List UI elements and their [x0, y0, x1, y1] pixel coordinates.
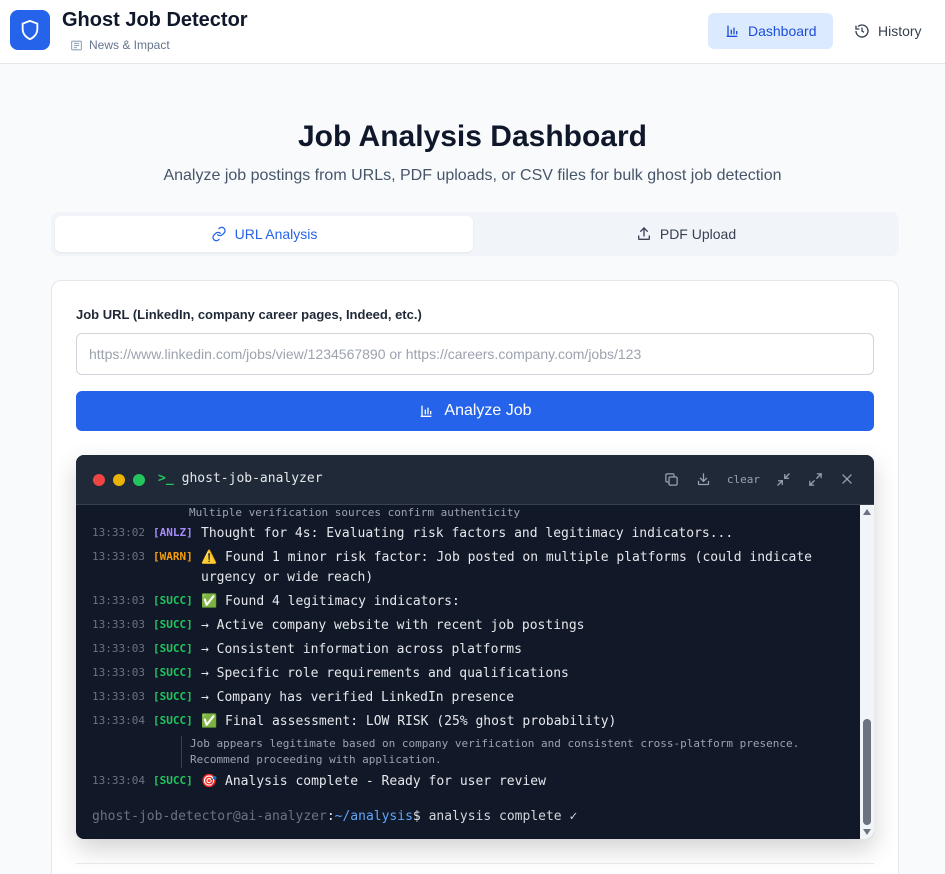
log-message: → Specific role requirements and qualifi…	[201, 666, 569, 681]
maximize-icon[interactable]	[806, 470, 824, 488]
log-level: [SUCC]	[153, 774, 193, 787]
upload-icon	[637, 227, 650, 240]
page-subtitle: Analyze job postings from URLs, PDF uplo…	[163, 167, 782, 184]
prompt-path: ~/analysis	[334, 809, 413, 824]
terminal-title: >_ ghost-job-analyzer	[158, 471, 323, 486]
tab-url-label: URL Analysis	[234, 226, 318, 242]
log-line: 13:33:04 [SUCC] 🎯 Analysis complete - Re…	[92, 772, 852, 792]
scroll-down-arrow-icon[interactable]	[863, 829, 871, 835]
tab-pdf-label: PDF Upload	[659, 226, 737, 242]
nav-dashboard-label: Dashboard	[748, 23, 817, 39]
prompt-user-host: ghost-job-detector@ai-analyzer	[92, 809, 327, 824]
minimize-window-dot[interactable]	[113, 474, 125, 486]
prompt-colon: :	[326, 809, 335, 824]
tab-pdf-upload[interactable]: PDF Upload	[477, 216, 895, 252]
close-window-dot[interactable]	[93, 474, 105, 486]
log-timestamp: 13:33:04	[92, 714, 145, 727]
log-line: 13:33:03 [WARN] ⚠️ Found 1 minor risk fa…	[92, 548, 852, 588]
log-line: 13:33:03 [SUCC] → Active company website…	[92, 616, 852, 636]
command-prompt[interactable]: ghost-job-detector@ai-analyzer:~/analysi…	[92, 809, 577, 824]
analyze-job-button[interactable]: Analyze Job	[76, 391, 874, 431]
analyze-job-label: Analyze Job	[444, 402, 532, 419]
log-line: 13:33:02 [ANLZ] Thought for 4s: Evaluati…	[92, 524, 852, 544]
log-timestamp: 13:33:02	[92, 526, 145, 539]
log-timestamp: 13:33:03	[92, 666, 145, 679]
log-line: 13:33:04 [SUCC] ✅ Final assessment: LOW …	[92, 712, 852, 732]
clear-button[interactable]: clear	[727, 473, 760, 486]
log-level: [SUCC]	[153, 666, 193, 679]
nav-history-label: History	[878, 23, 922, 39]
newspaper-icon	[71, 40, 82, 50]
log-timestamp: 13:33:03	[92, 550, 145, 563]
log-timestamp: 13:33:03	[92, 594, 145, 607]
app-header: Ghost Job Detector News & Impact Dashboa…	[0, 0, 945, 64]
shield-icon	[21, 19, 39, 41]
log-level: [WARN]	[153, 550, 193, 563]
terminal-prompt-icon: >_	[158, 471, 174, 486]
scroll-up-arrow-icon[interactable]	[863, 509, 871, 515]
log-message: ✅ Final assessment: LOW RISK (25% ghost …	[201, 714, 617, 729]
prompt-command: analysis complete ✓	[420, 809, 578, 824]
log-line: 13:33:03 [SUCC] → Specific role requirem…	[92, 664, 852, 684]
app-subtitle[interactable]: News & Impact	[70, 38, 170, 52]
download-icon[interactable]	[695, 470, 713, 488]
nav-dashboard-button[interactable]: Dashboard	[708, 13, 833, 49]
log-timestamp: 13:33:03	[92, 690, 145, 703]
log-timestamp: 13:33:03	[92, 618, 145, 631]
log-message: ⚠️ Found 1 minor risk factor: Job posted…	[201, 550, 813, 585]
analysis-tabs: URL Analysis PDF Upload	[51, 212, 899, 256]
log-message: Thought for 4s: Evaluating risk factors …	[201, 526, 734, 541]
log-message: 🎯 Analysis complete - Ready for user rev…	[201, 774, 546, 789]
tab-url-analysis[interactable]: URL Analysis	[55, 216, 473, 252]
terminal-title-text: ghost-job-analyzer	[181, 471, 323, 486]
bar-chart-icon	[421, 405, 432, 417]
log-level: [SUCC]	[153, 642, 193, 655]
log-detail: Multiple verification sources confirm au…	[189, 506, 521, 519]
terminal-scrollbar[interactable]	[860, 505, 874, 839]
terminal-output: Multiple verification sources confirm au…	[76, 505, 860, 839]
minimize-icon[interactable]	[774, 470, 792, 488]
history-icon	[855, 24, 869, 38]
subtitle-label: News & Impact	[89, 38, 170, 52]
log-detail: Job appears legitimate based on company …	[181, 736, 821, 768]
log-message: → Consistent information across platform…	[201, 642, 522, 657]
page-title: Job Analysis Dashboard	[298, 120, 647, 153]
log-level: [SUCC]	[153, 690, 193, 703]
scrollbar-thumb[interactable]	[863, 719, 871, 825]
log-level: [SUCC]	[153, 594, 193, 607]
prompt-dollar: $	[412, 809, 421, 824]
terminal-window: >_ ghost-job-analyzer clear Multiple ver…	[76, 455, 874, 839]
log-line: 13:33:03 [SUCC] ✅ Found 4 legitimacy ind…	[92, 592, 852, 612]
log-line: 13:33:03 [SUCC] → Company has verified L…	[92, 688, 852, 708]
terminal-toolbar: clear	[663, 470, 856, 488]
terminal-header: >_ ghost-job-analyzer clear	[76, 455, 874, 505]
app-title: Ghost Job Detector	[62, 9, 248, 31]
log-message: → Company has verified LinkedIn presence	[201, 690, 515, 705]
section-divider	[76, 863, 874, 864]
log-timestamp: 13:33:03	[92, 642, 145, 655]
log-timestamp: 13:33:04	[92, 774, 145, 787]
log-message: ✅ Found 4 legitimacy indicators:	[201, 594, 460, 609]
log-message: → Active company website with recent job…	[201, 618, 585, 633]
copy-icon[interactable]	[663, 470, 681, 488]
bar-chart-icon	[726, 25, 738, 37]
shield-logo[interactable]	[10, 10, 50, 50]
log-line: 13:33:03 [SUCC] → Consistent information…	[92, 640, 852, 660]
log-level: [ANLZ]	[153, 526, 193, 539]
maximize-window-dot[interactable]	[133, 474, 145, 486]
nav-history-button[interactable]: History	[838, 13, 938, 49]
close-icon[interactable]	[838, 470, 856, 488]
log-level: [SUCC]	[153, 618, 193, 631]
job-url-input[interactable]	[76, 333, 874, 375]
link-icon	[212, 226, 226, 242]
job-url-label: Job URL (LinkedIn, company career pages,…	[76, 307, 422, 322]
log-level: [SUCC]	[153, 714, 193, 727]
